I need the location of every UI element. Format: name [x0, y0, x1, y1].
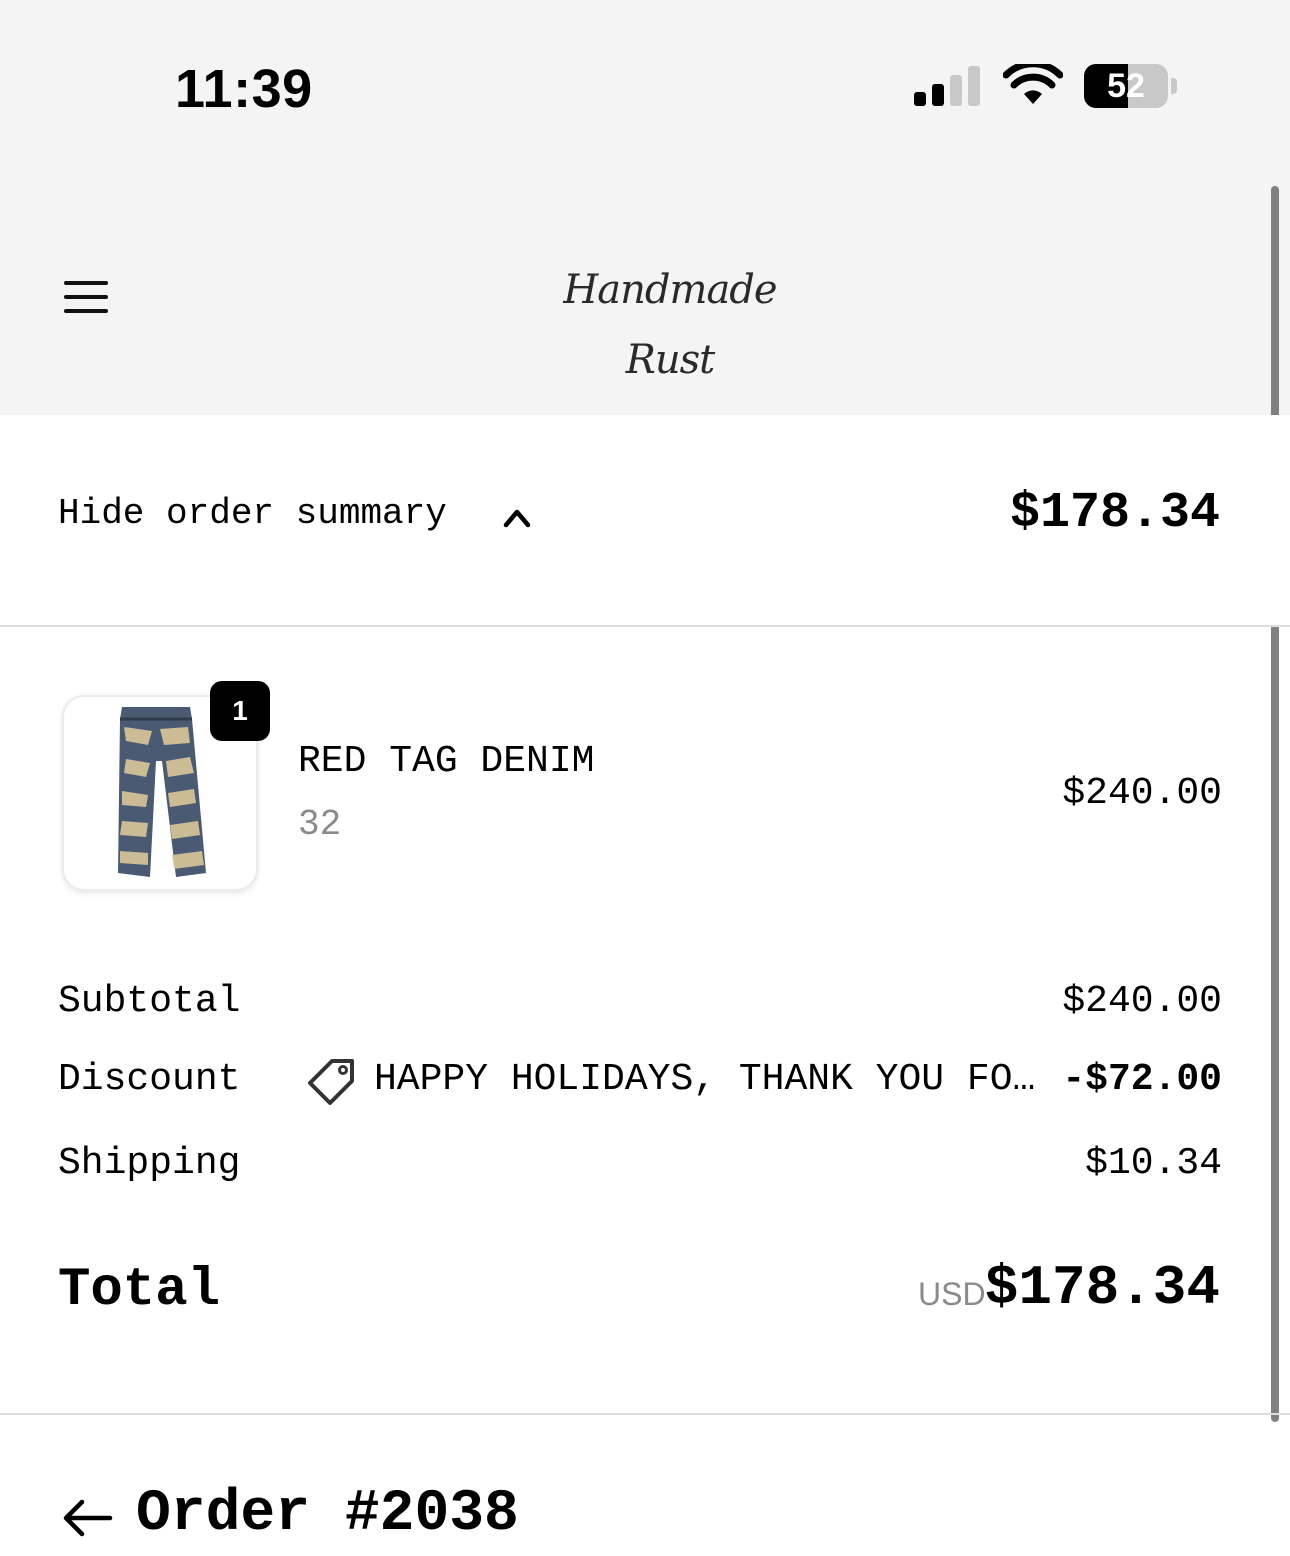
- tag-icon: [308, 1059, 354, 1105]
- product-price: $240.00: [1062, 772, 1222, 815]
- status-bar: 11:39 52: [0, 0, 1290, 175]
- chevron-up-icon[interactable]: [500, 503, 534, 533]
- currency-code: USD: [918, 1276, 986, 1312]
- order-title: Order #2038: [136, 1482, 519, 1547]
- discount-label: Discount: [58, 1058, 241, 1101]
- total-label: Total: [58, 1260, 221, 1321]
- quantity-badge: 1: [210, 681, 270, 741]
- scrollbar[interactable]: [1271, 186, 1279, 1422]
- status-time: 11:39: [175, 59, 313, 119]
- hamburger-menu-icon[interactable]: [64, 277, 108, 317]
- subtotal-label: Subtotal: [58, 980, 241, 1023]
- subtotal-value: $240.00: [1062, 980, 1222, 1023]
- product-variant: 32: [298, 804, 342, 845]
- battery-icon: 52: [1084, 64, 1168, 108]
- wifi-icon: [1003, 64, 1063, 104]
- product-name: RED TAG DENIM: [298, 740, 595, 783]
- cellular-signal-icon: [914, 66, 980, 106]
- shipping-value: $10.34: [1085, 1142, 1222, 1185]
- total-value: $178.34: [984, 1256, 1220, 1320]
- hide-order-summary-label[interactable]: Hide order summary: [58, 493, 447, 534]
- section-divider: [0, 1413, 1290, 1415]
- order-summary-toggle[interactable]: Hide order summary $178.34: [0, 415, 1290, 627]
- store-logo[interactable]: Handmade Rust: [520, 255, 820, 383]
- discount-value: -$72.00: [1062, 1058, 1222, 1101]
- battery-level: 52: [1107, 67, 1145, 105]
- battery-cap: [1171, 78, 1177, 94]
- shipping-label: Shipping: [58, 1142, 241, 1185]
- summary-total-price: $178.34: [1009, 485, 1220, 542]
- arrow-left-icon[interactable]: [60, 1496, 114, 1540]
- store-header: Handmade Rust: [0, 175, 1290, 415]
- discount-code: HAPPY HOLIDAYS, THANK YOU FO…: [374, 1058, 1036, 1101]
